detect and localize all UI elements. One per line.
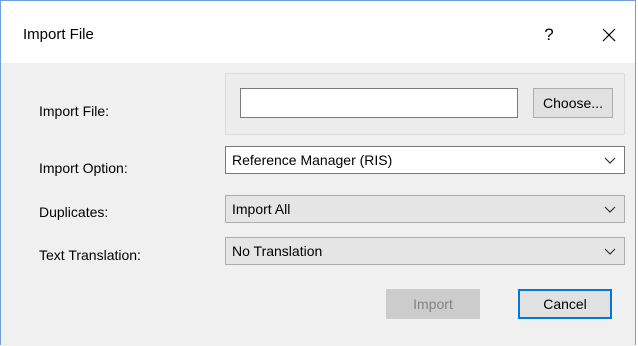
text-translation-label: Text Translation: xyxy=(39,247,141,263)
import-option-label: Import Option: xyxy=(39,160,128,176)
choose-button[interactable]: Choose... xyxy=(533,88,613,118)
cancel-button[interactable]: Cancel xyxy=(518,289,612,319)
text-translation-value: No Translation xyxy=(232,243,323,259)
duplicates-label: Duplicates: xyxy=(39,204,109,220)
import-option-value: Reference Manager (RIS) xyxy=(232,152,393,168)
duplicates-select[interactable]: Import All xyxy=(225,195,625,223)
title-bar[interactable]: Import File ? xyxy=(1,1,635,63)
dialog-title: Import File xyxy=(23,26,94,43)
import-file-dialog: Import File ? Import File: Choose... Imp… xyxy=(0,0,636,346)
import-option-select[interactable]: Reference Manager (RIS) xyxy=(225,146,625,174)
import-file-group: Choose... xyxy=(225,73,625,135)
chevron-down-icon xyxy=(604,248,616,255)
help-button[interactable]: ? xyxy=(531,15,567,55)
duplicates-value: Import All xyxy=(232,201,291,217)
chevron-down-icon xyxy=(604,157,616,164)
import-button[interactable]: Import xyxy=(386,289,480,319)
chevron-down-icon xyxy=(604,206,616,213)
text-translation-select[interactable]: No Translation xyxy=(225,237,625,265)
close-icon xyxy=(602,28,616,42)
import-file-label: Import File: xyxy=(39,103,110,119)
dialog-body: Import File: Choose... Import Option: Re… xyxy=(1,63,635,346)
close-button[interactable] xyxy=(589,15,629,55)
import-file-input[interactable] xyxy=(240,88,518,118)
